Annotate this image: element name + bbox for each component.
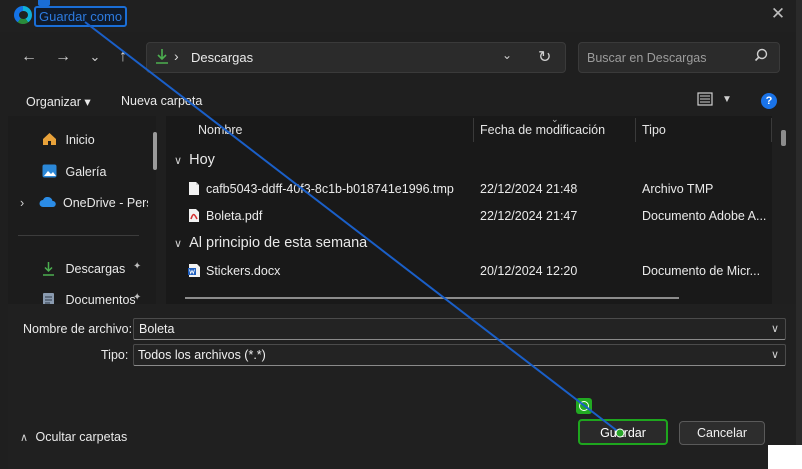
file-type-label: Tipo: — [101, 348, 129, 362]
search-placeholder: Buscar en Descargas — [587, 51, 707, 65]
group-label: Al principio de esta semana — [189, 235, 368, 251]
filename-label: Nombre de archivo: — [23, 322, 133, 336]
cancel-button[interactable]: Cancelar — [679, 421, 765, 445]
gallery-icon — [42, 164, 58, 181]
save-button[interactable]: Guardar — [578, 419, 668, 445]
background-window-edge — [796, 0, 802, 469]
pdf-icon — [188, 208, 200, 226]
refresh-icon[interactable]: ↻ — [538, 47, 551, 67]
group-label: Hoy — [189, 152, 215, 168]
chevron-down-icon[interactable]: ∨ — [771, 348, 779, 361]
sidebar-scrollbar[interactable] — [153, 132, 157, 170]
recent-locations-icon[interactable]: ⌄ — [84, 46, 106, 68]
file-date: 22/12/2024 21:48 — [480, 182, 578, 196]
sidebar-item-label: OneDrive - Perso — [62, 196, 148, 210]
sidebar-item-label: Inicio — [65, 132, 95, 147]
collapse-chevron-icon[interactable]: ∨ — [174, 238, 182, 250]
chevron-down-icon[interactable]: ⌄ — [502, 48, 512, 62]
back-arrow-icon[interactable]: ← — [18, 46, 40, 68]
close-icon[interactable]: ✕ — [768, 4, 788, 24]
search-icon[interactable] — [754, 48, 768, 65]
sidebar-item-label: Descargas — [65, 262, 126, 277]
chevron-up-icon: ∧ — [20, 432, 29, 444]
file-icon — [188, 181, 200, 199]
pin-icon[interactable]: ✦ — [133, 261, 141, 272]
edge-logo-icon — [14, 6, 32, 24]
sidebar-item-galeria[interactable]: Galería — [42, 164, 106, 188]
breadcrumb-separator: › — [174, 48, 179, 64]
background-window-corner — [768, 445, 802, 469]
group-header-semana[interactable]: ∨ Al principio de esta semana — [174, 235, 367, 251]
sidebar-item-onedrive[interactable]: › OneDrive - Perso — [20, 196, 148, 220]
column-divider[interactable] — [771, 118, 772, 142]
new-folder-button[interactable]: Nueva carpeta — [121, 94, 202, 108]
file-name: cafb5043-ddff-40f3-8c1b-b018741e1996.tmp — [206, 182, 454, 196]
home-icon — [42, 132, 58, 149]
column-divider[interactable] — [635, 118, 636, 142]
group-header-hoy[interactable]: ∨ Hoy — [174, 152, 215, 168]
breadcrumb-descargas[interactable]: Descargas — [191, 50, 253, 65]
filename-field[interactable] — [133, 318, 786, 340]
horizontal-scrollbar[interactable] — [185, 297, 679, 299]
file-type-value[interactable]: Todos los archivos (*.*) — [138, 348, 266, 362]
file-type: Documento Adobe A... — [642, 209, 767, 223]
list-item[interactable]: Stickers.docx 20/12/2024 12:20 Documento… — [188, 263, 768, 281]
file-name: Stickers.docx — [206, 264, 281, 278]
pin-icon[interactable]: ✦ — [133, 292, 141, 303]
file-name: Boleta.pdf — [206, 209, 263, 223]
organize-menu[interactable]: Organizar ▾ — [26, 94, 91, 109]
list-item[interactable]: cafb5043-ddff-40f3-8c1b-b018741e1996.tmp… — [188, 181, 768, 199]
collapse-chevron-icon[interactable]: ∨ — [174, 155, 182, 167]
cloud-icon — [39, 196, 59, 211]
hide-folders-label: Ocultar carpetas — [35, 430, 128, 444]
column-header-type[interactable]: Tipo — [642, 123, 666, 137]
sidebar-item-descargas[interactable]: Descargas — [42, 261, 125, 285]
file-date: 20/12/2024 12:20 — [480, 264, 578, 278]
chevron-down-icon[interactable]: ∨ — [771, 322, 779, 335]
help-icon[interactable]: ? — [761, 93, 777, 109]
download-icon — [42, 261, 58, 279]
filename-value[interactable]: Boleta — [139, 322, 174, 336]
view-options-icon[interactable] — [697, 92, 713, 110]
file-type: Documento de Micr... — [642, 264, 761, 278]
word-icon — [188, 263, 201, 281]
column-header-date[interactable]: Fecha de modificación — [480, 123, 605, 137]
sidebar-divider — [18, 235, 139, 236]
sidebar-item-label: Galería — [65, 164, 107, 179]
vertical-scrollbar[interactable] — [781, 130, 786, 146]
up-arrow-icon[interactable]: ↑ — [112, 46, 134, 68]
chevron-down-icon[interactable]: ▼ — [722, 94, 732, 105]
download-icon — [155, 48, 169, 68]
target-marker-icon — [576, 398, 592, 414]
sidebar-item-inicio[interactable]: Inicio — [42, 132, 95, 156]
column-divider[interactable] — [473, 118, 474, 142]
window-title: Guardar como — [34, 6, 128, 27]
hide-folders-toggle[interactable]: ∧ Ocultar carpetas — [20, 430, 127, 444]
forward-arrow-icon[interactable]: → — [52, 46, 74, 68]
column-header-name[interactable]: Nombre — [198, 123, 242, 137]
list-item[interactable]: Boleta.pdf 22/12/2024 21:47 Documento Ad… — [188, 208, 768, 226]
file-date: 22/12/2024 21:47 — [480, 209, 578, 223]
file-type: Archivo TMP — [642, 182, 714, 196]
expand-chevron-icon[interactable]: › — [20, 196, 36, 210]
